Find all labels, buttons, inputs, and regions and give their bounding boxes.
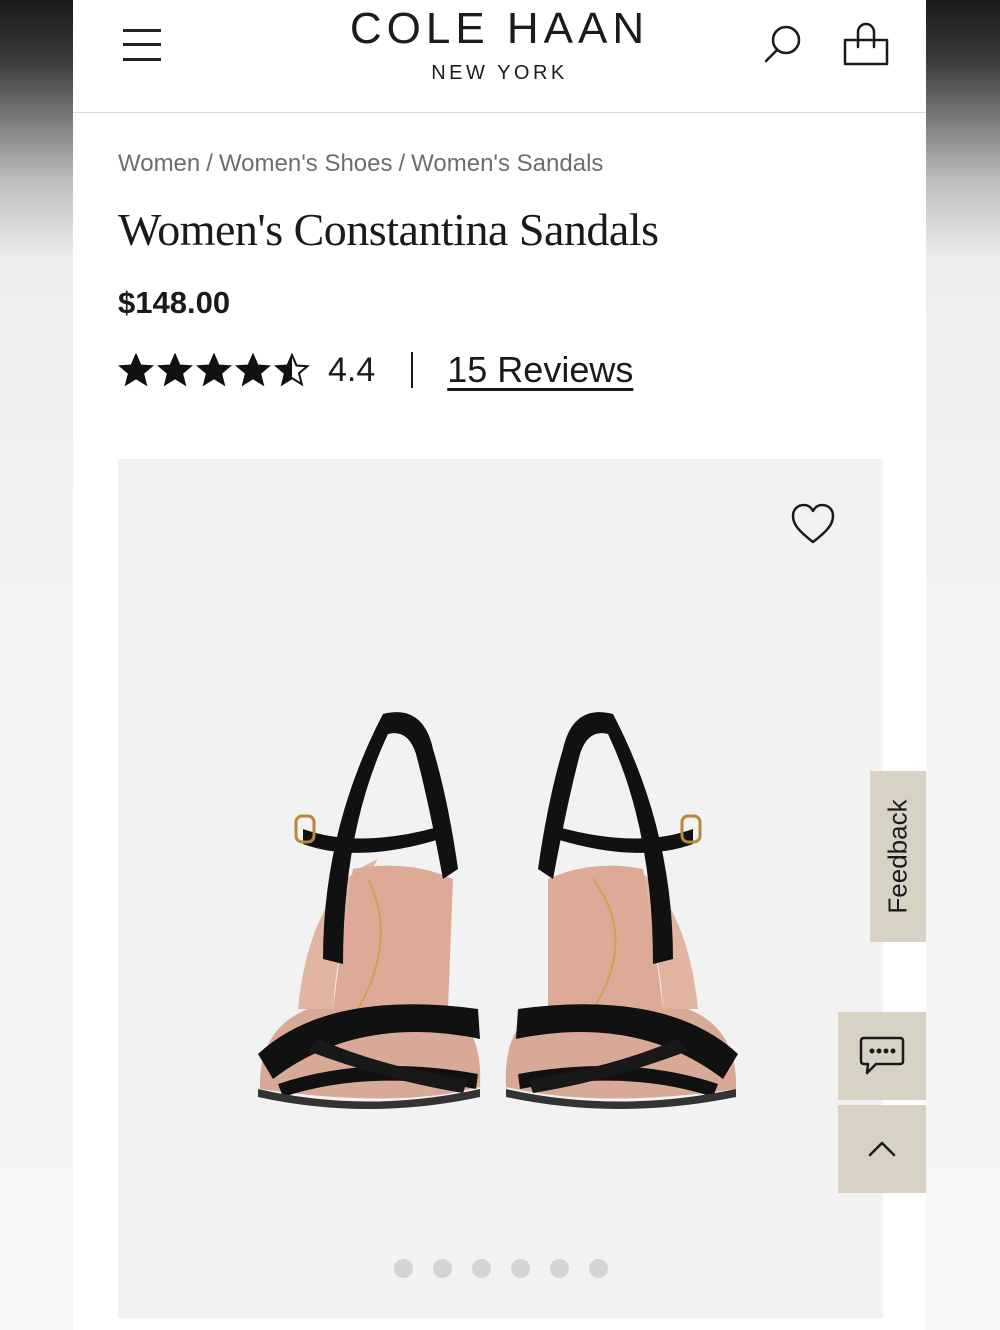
gallery-dot[interactable] xyxy=(432,1259,452,1278)
breadcrumb-link-women[interactable]: Women xyxy=(118,150,200,177)
rating-value: 4.4 xyxy=(328,350,376,389)
feedback-tab[interactable]: Feedback xyxy=(870,771,926,942)
heart-icon[interactable] xyxy=(790,502,836,546)
star-full-icon xyxy=(235,353,271,387)
star-full-icon xyxy=(157,353,193,387)
rating-summary: 4.4 15 Reviews xyxy=(118,348,633,392)
gallery-dot[interactable] xyxy=(471,1259,491,1278)
product-price: $148.00 xyxy=(118,285,231,320)
star-half-icon xyxy=(274,353,310,387)
gallery-dot[interactable] xyxy=(588,1259,608,1278)
gallery-dot[interactable] xyxy=(549,1259,569,1278)
search-icon[interactable] xyxy=(761,22,807,68)
chevron-up-icon[interactable] xyxy=(838,1105,926,1193)
rating-stars xyxy=(118,353,310,387)
shopping-bag-icon[interactable] xyxy=(841,20,891,70)
breadcrumb: Women / Women's Shoes / Women's Sandals xyxy=(118,150,603,178)
product-title: Women's Constantina Sandals xyxy=(118,204,659,255)
feedback-label: Feedback xyxy=(882,799,913,914)
breadcrumb-link-womens-shoes[interactable]: Women's Shoes xyxy=(219,150,393,177)
star-full-icon xyxy=(196,353,232,387)
breadcrumb-separator: / xyxy=(206,150,213,177)
star-full-icon xyxy=(118,353,154,387)
gallery-dot[interactable] xyxy=(510,1259,530,1278)
reviews-link[interactable]: 15 Reviews xyxy=(447,349,633,391)
breadcrumb-separator: / xyxy=(398,150,406,177)
rating-divider xyxy=(411,352,414,388)
chat-bubble-icon[interactable] xyxy=(838,1012,926,1100)
product-image-gallery[interactable] xyxy=(118,459,883,1318)
gallery-pagination xyxy=(118,1259,883,1278)
gallery-dot[interactable] xyxy=(393,1259,413,1278)
site-header: COLE HAAN NEW YORK xyxy=(73,0,926,113)
breadcrumb-link-womens-sandals[interactable]: Women's Sandals xyxy=(411,150,603,177)
product-image-sandals xyxy=(258,712,738,1109)
product-page: COLE HAAN NEW YORK Women / Women's Shoes / W… xyxy=(73,0,926,1330)
